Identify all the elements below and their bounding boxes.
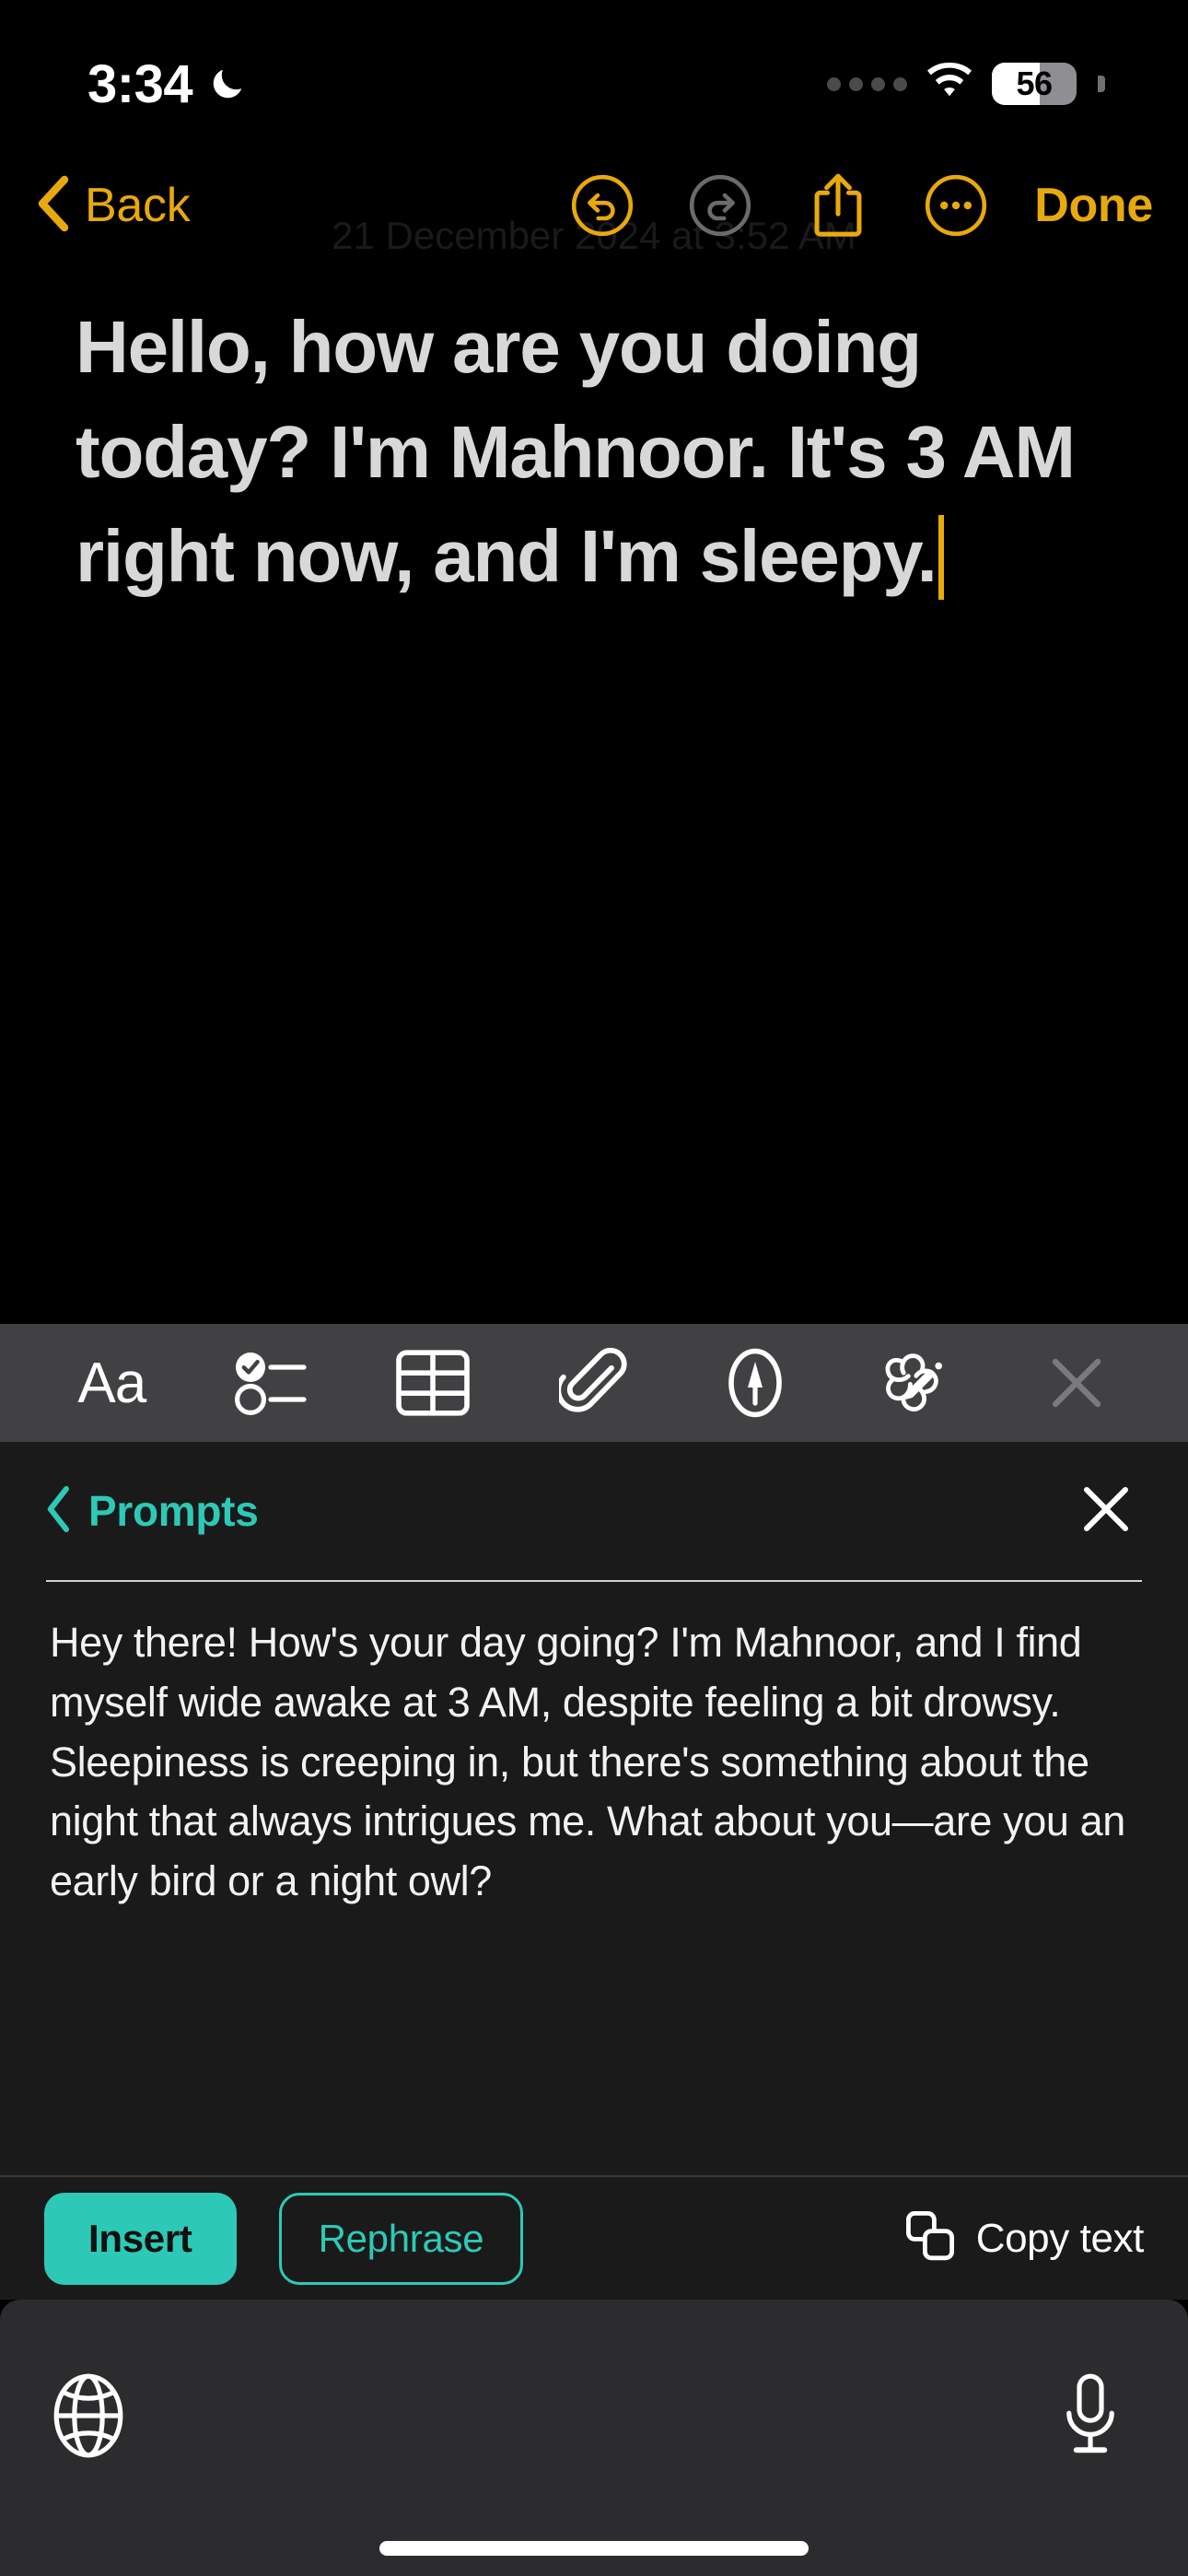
share-icon [814, 173, 862, 237]
chevron-left-icon [44, 1483, 74, 1540]
undo-button[interactable] [568, 171, 636, 240]
text-format-icon: Aa [77, 1351, 146, 1415]
format-toolbar: Aa [0, 1324, 1188, 1442]
cellular-dots-icon [827, 76, 907, 91]
battery-percent-label: 56 [1016, 64, 1053, 102]
prompts-panel: Prompts Hey there! How's your day going?… [0, 1442, 1188, 2175]
redo-button[interactable] [686, 171, 754, 240]
battery-indicator: 56 [992, 63, 1077, 105]
prompts-header: Prompts [0, 1442, 1188, 1580]
more-ellipsis-icon [926, 174, 987, 237]
note-toolbar: Back Done [0, 155, 1188, 256]
status-bar-left: 3:34 [87, 53, 248, 115]
markup-pen-icon [728, 1348, 782, 1418]
microphone-icon [1066, 2373, 1114, 2453]
phone-screen: 3:34 56 21 December 2024 at 3:52 AM Back… [0, 0, 1188, 2576]
wifi-icon [926, 62, 973, 106]
back-button-label: Back [85, 179, 191, 232]
paperclip-icon [558, 1347, 627, 1412]
moon-icon [207, 64, 248, 109]
text-format-button[interactable]: Aa [56, 1337, 167, 1429]
done-button[interactable]: Done [1034, 178, 1153, 233]
text-caret [938, 515, 944, 601]
copy-text-label: Copy text [975, 2215, 1145, 2261]
globe-icon [53, 2373, 123, 2458]
globe-button[interactable] [39, 2366, 138, 2465]
table-button[interactable] [378, 1337, 488, 1429]
close-icon [1084, 1486, 1128, 1531]
close-prompts-button[interactable] [1077, 1481, 1135, 1542]
checklist-icon [234, 1352, 307, 1415]
attachment-button[interactable] [539, 1337, 649, 1429]
prompts-back-button[interactable]: Prompts [44, 1483, 259, 1540]
redo-circle-icon [690, 174, 751, 237]
close-format-toolbar-button[interactable] [1021, 1337, 1132, 1429]
status-bar-time: 3:34 [87, 53, 193, 114]
undo-circle-icon [572, 174, 634, 237]
prompts-action-bar: Insert Rephrase Copy text [0, 2175, 1188, 2300]
back-button[interactable]: Back [35, 174, 191, 238]
share-button[interactable] [804, 171, 872, 240]
copy-text-button[interactable]: Copy text [904, 2209, 1144, 2267]
battery-cap-icon [1098, 76, 1105, 92]
more-options-button[interactable] [922, 171, 990, 240]
home-indicator[interactable] [379, 2541, 809, 2556]
insert-button[interactable]: Insert [44, 2192, 237, 2285]
close-icon [1052, 1358, 1101, 1408]
status-bar: 3:34 56 [0, 0, 1188, 147]
note-editor[interactable]: Hello, how are you doing today? I'm Mahn… [0, 295, 1188, 1317]
ai-scribble-button[interactable] [860, 1337, 971, 1429]
copy-icon [904, 2209, 956, 2267]
keyboard-dock [0, 2300, 1188, 2576]
prompt-response-text: Hey there! How's your day going? I'm Mah… [50, 1619, 1125, 1905]
checklist-button[interactable] [217, 1337, 328, 1429]
chevron-left-icon [35, 174, 72, 238]
table-icon [396, 1350, 471, 1416]
prompts-title: Prompts [88, 1487, 259, 1535]
markup-button[interactable] [700, 1337, 810, 1429]
scribble-ai-icon [885, 1353, 943, 1411]
status-bar-right: 56 [827, 62, 1105, 106]
dictation-button[interactable] [1041, 2366, 1140, 2465]
rephrase-button[interactable]: Rephrase [278, 2192, 524, 2285]
